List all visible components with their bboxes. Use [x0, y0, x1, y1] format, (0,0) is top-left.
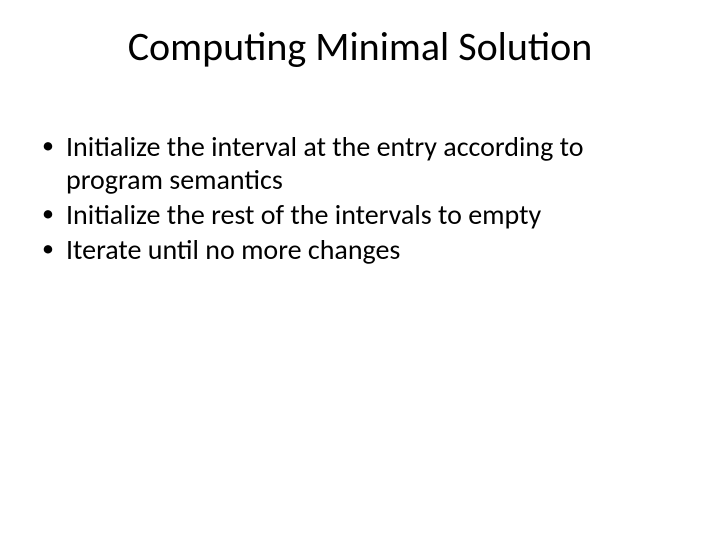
list-item: Initialize the interval at the entry acc… — [38, 130, 670, 196]
list-item: Initialize the rest of the intervals to … — [38, 198, 670, 231]
slide: Computing Minimal Solution Initialize th… — [0, 0, 720, 540]
bullet-list: Initialize the interval at the entry acc… — [38, 130, 670, 266]
slide-title: Computing Minimal Solution — [0, 22, 720, 71]
list-item: Iterate until no more changes — [38, 233, 670, 266]
slide-body: Initialize the interval at the entry acc… — [38, 130, 670, 268]
